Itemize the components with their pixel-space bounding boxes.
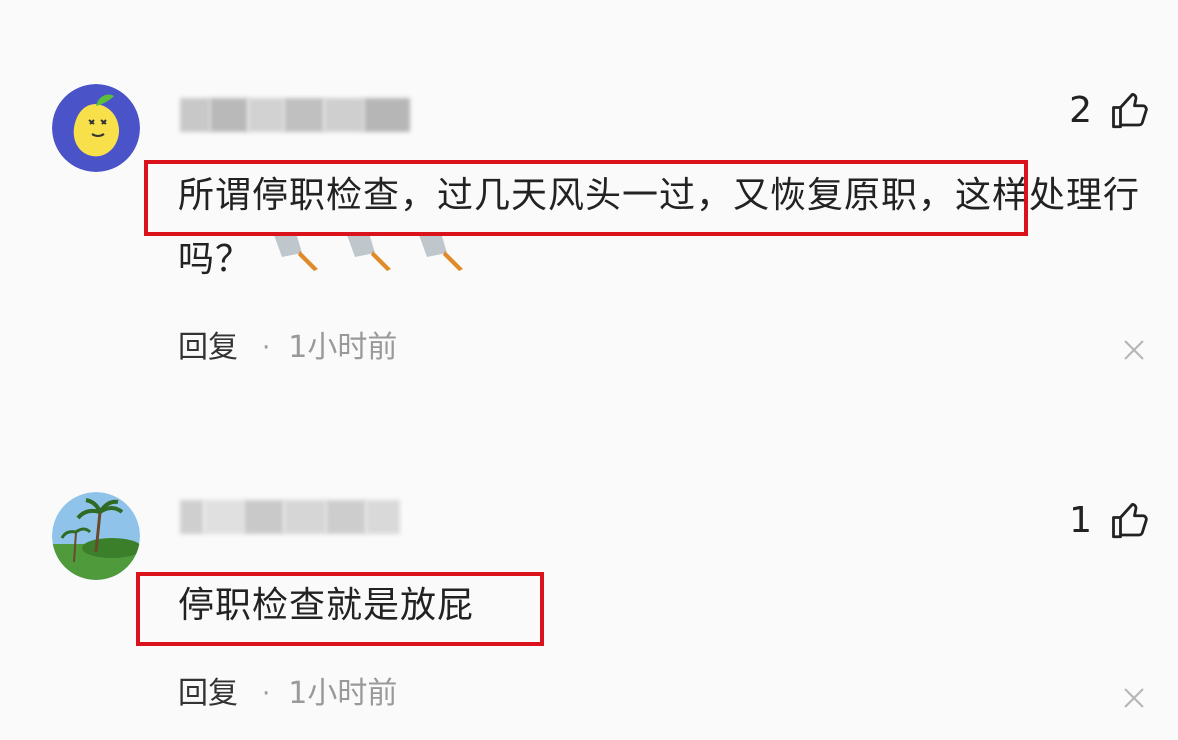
reply-button[interactable]: 回复 (178, 674, 238, 714)
avatar[interactable] (52, 492, 140, 580)
like-count: 2 (1069, 90, 1092, 131)
separator-dot: · (262, 679, 271, 709)
kitchen-knife-icon (270, 229, 324, 294)
lemon-avatar-icon (52, 84, 140, 172)
kitchen-knife-icon (343, 229, 397, 294)
like-button[interactable]: 1 (1069, 498, 1152, 544)
comment-text: 停职检查就是放屁 (178, 574, 1158, 638)
palm-tree-landscape-avatar (52, 492, 140, 580)
timestamp: 1小时前 (288, 676, 398, 711)
comment-item-1: 2 所谓停职检查，过几天风头一过，又恢复原职，这样处理行吗？ 回复 · 1小时前 (0, 0, 1178, 420)
timestamp: 1小时前 (288, 330, 398, 365)
kitchen-knife-icon (415, 229, 469, 294)
close-icon[interactable] (1122, 686, 1146, 710)
like-count: 1 (1069, 500, 1092, 541)
username-blurred (180, 96, 410, 134)
like-button[interactable]: 2 (1069, 88, 1152, 134)
comment-text-body: 停职检查就是放屁 (178, 585, 475, 626)
comment-meta: 回复 · 1小时前 (178, 674, 397, 714)
close-icon[interactable] (1122, 338, 1146, 362)
username-blurred (180, 498, 410, 536)
thumbs-up-icon (1112, 92, 1148, 129)
separator-dot: · (262, 333, 271, 363)
comment-item-2: 1 停职检查就是放屁 回复 · 1小时前 (0, 420, 1178, 740)
thumbs-up-icon (1112, 502, 1148, 539)
reply-button[interactable]: 回复 (178, 328, 238, 368)
comment-meta: 回复 · 1小时前 (178, 328, 397, 368)
avatar[interactable] (52, 84, 140, 172)
comment-text: 所谓停职检查，过几天风头一过，又恢复原职，这样处理行吗？ (178, 164, 1158, 294)
